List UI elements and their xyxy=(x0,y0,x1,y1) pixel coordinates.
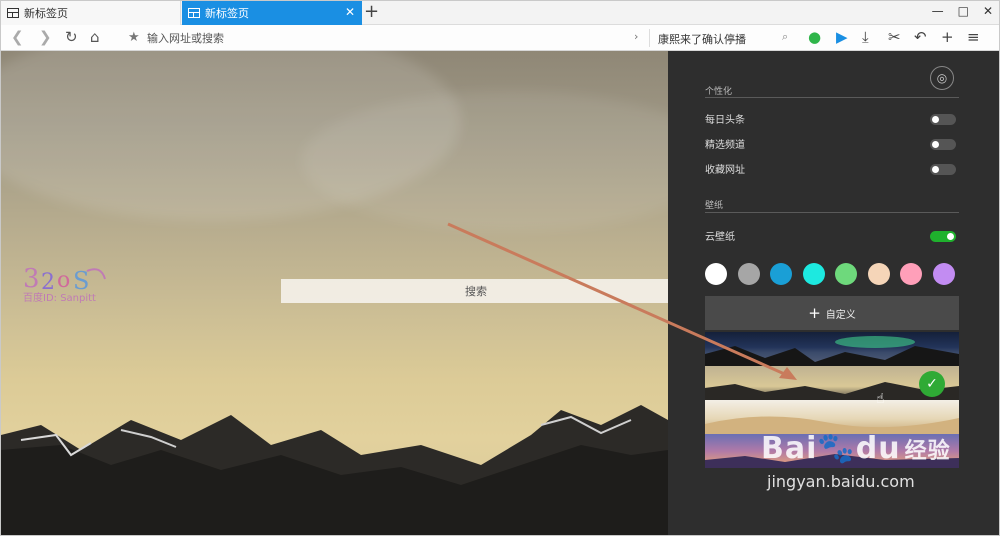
color-swatch[interactable] xyxy=(932,263,955,285)
selected-check-icon: ✓ xyxy=(919,371,945,397)
back-icon[interactable]: ❮ xyxy=(11,28,24,46)
add-icon[interactable]: + xyxy=(941,28,954,46)
search-icon[interactable]: ⌕ xyxy=(782,30,788,44)
wallpaper-thumb-mountain-selected[interactable]: ✓ xyxy=(705,366,959,400)
tab-new-1[interactable]: 新标签页 xyxy=(1,1,181,25)
tab-page-icon xyxy=(7,8,19,18)
color-swatch[interactable] xyxy=(802,263,825,285)
watermark-text: 百度ID: Sanpitt xyxy=(23,293,96,304)
hand-cursor-icon: ☝ xyxy=(876,391,885,407)
plus-icon: + xyxy=(808,304,821,322)
custom-wallpaper-button[interactable]: + 自定义 xyxy=(705,296,959,330)
search-label: 搜索 xyxy=(465,285,487,298)
divider xyxy=(649,29,650,47)
forward-icon[interactable]: ❯ xyxy=(39,28,52,46)
download-icon[interactable]: ⤓ xyxy=(862,28,869,46)
paw-icon: 🐾 xyxy=(817,431,856,466)
tab-label: 新标签页 xyxy=(205,7,249,20)
wechat-icon[interactable]: ● xyxy=(808,28,821,46)
new-tab-button[interactable]: + xyxy=(364,3,379,21)
home-icon[interactable]: ⌂ xyxy=(90,28,100,46)
tab-new-2[interactable]: 新标签页 ✕ xyxy=(182,1,362,25)
undo-icon[interactable]: ↶ xyxy=(914,28,927,46)
row-label-daily-news: 每日头条 xyxy=(705,115,745,126)
tab-label: 新标签页 xyxy=(24,7,68,20)
color-swatch[interactable] xyxy=(770,263,792,285)
close-tab-icon[interactable]: ✕ xyxy=(345,6,355,18)
color-swatch[interactable] xyxy=(900,263,922,285)
color-swatch[interactable] xyxy=(705,263,727,285)
color-swatch[interactable] xyxy=(835,263,857,285)
custom-label: 自定义 xyxy=(825,309,856,321)
divider xyxy=(705,97,959,98)
toggle-daily-news[interactable] xyxy=(930,114,956,125)
settings-gear-icon[interactable]: ◎ xyxy=(930,66,954,90)
nav-bar: ❮ ❯ ↻ ⌂ ★ › 康熙来了确认停播 ⌕ ● ▶ ⤓ ✂ ↶ + ≡ xyxy=(1,25,999,51)
address-input[interactable] xyxy=(147,29,617,47)
color-swatch[interactable] xyxy=(867,263,890,285)
toggle-featured-channels[interactable] xyxy=(930,139,956,150)
baidu-url-text: jingyan.baidu.com xyxy=(767,472,915,491)
row-label-bookmarks: 收藏网址 xyxy=(705,165,745,176)
hot-search-text[interactable]: 康熙来了确认停播 xyxy=(658,31,746,47)
cloud-decoration xyxy=(301,91,721,231)
browser-window: 新标签页 新标签页 ✕ + — □ ✕ ❮ ❯ ↻ ⌂ ★ › 康熙来了确认停播… xyxy=(0,0,1000,536)
refresh-icon[interactable]: ↻ xyxy=(65,28,78,46)
row-label-featured-channels: 精选频道 xyxy=(705,140,745,151)
toggle-bookmarks[interactable] xyxy=(930,164,956,175)
play-icon[interactable]: ▶ xyxy=(836,28,848,46)
divider xyxy=(705,212,959,213)
toggle-cloud-wallpaper[interactable] xyxy=(930,231,956,242)
search-box[interactable]: 搜索 xyxy=(281,279,671,303)
section-title-wallpaper: 壁纸 xyxy=(705,201,724,211)
wallpaper-thumb-desert[interactable] xyxy=(705,400,959,434)
row-label-cloud-wallpaper: 云壁纸 xyxy=(705,232,735,243)
color-swatch[interactable] xyxy=(737,263,760,285)
baidu-logo-text: Bai🐾du 经验 xyxy=(761,431,951,466)
scissors-icon[interactable]: ✂ xyxy=(888,28,901,46)
minimize-button[interactable]: — xyxy=(932,4,944,18)
thumb-art xyxy=(705,416,959,434)
window-controls: — □ ✕ xyxy=(932,4,993,18)
thumb-art xyxy=(705,336,959,366)
tab-page-icon xyxy=(188,8,200,18)
wallpaper-thumb-aurora[interactable] xyxy=(705,332,959,366)
star-icon[interactable]: ★ xyxy=(128,30,140,45)
menu-icon[interactable]: ≡ xyxy=(967,28,980,46)
baidu-jingyan-watermark: Bai🐾du 经验 jingyan.baidu.com xyxy=(761,431,991,521)
close-window-button[interactable]: ✕ xyxy=(983,4,993,18)
chevron-right-icon[interactable]: › xyxy=(634,30,638,43)
tab-bar: 新标签页 新标签页 ✕ + — □ ✕ xyxy=(1,1,999,25)
section-title-personalize: 个性化 xyxy=(705,87,733,97)
maximize-button[interactable]: □ xyxy=(958,4,969,18)
